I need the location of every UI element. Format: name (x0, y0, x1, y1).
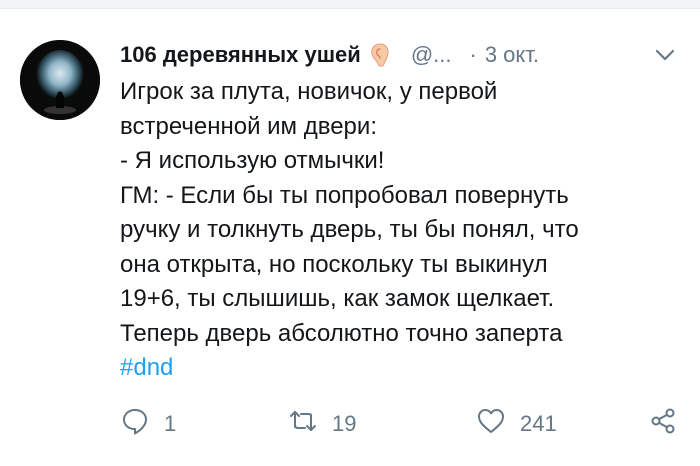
like-button[interactable]: 241 (476, 406, 557, 442)
reply-count: 1 (164, 411, 177, 436)
tweet-text-line: ручку и толкнуть дверь, ты бы понял, что (120, 216, 579, 243)
retweet-count: 19 (332, 411, 357, 436)
share-icon (648, 406, 678, 442)
separator-dot: · (469, 42, 477, 67)
tweet-text: Игрок за плута, новичок, у первой встреч… (120, 75, 680, 386)
tweet-text-line: Игрок за плута, новичок, у первой (120, 78, 498, 105)
tweet-text-line: она открыта, но поскольку ты выкинул (120, 250, 548, 278)
tweet-text-line: 19+6, ты слышишь, как замок щелкает. (120, 285, 555, 312)
reply-icon (120, 406, 150, 442)
heart-icon (476, 406, 506, 442)
display-name[interactable]: 106 деревянных ушей (120, 42, 361, 68)
tweet-text-line: ГМ: - Если бы ты попробовал повернуть (120, 181, 569, 209)
tweet-text-line: Теперь дверь абсолютно точно заперта (120, 319, 563, 347)
hashtag-link[interactable]: #dnd (120, 354, 173, 381)
ear-icon (369, 42, 391, 68)
retweet-button[interactable]: 19 (288, 406, 356, 442)
tweet-timestamp[interactable]: 3 окт. (485, 42, 539, 68)
tweet-actions: 1 19 241 (120, 402, 680, 446)
user-handle[interactable]: @... (411, 42, 452, 68)
chevron-down-icon[interactable] (654, 44, 676, 66)
like-count: 241 (520, 411, 557, 436)
tweet-header: 106 деревянных ушей @... · 3 окт. (120, 38, 680, 72)
tweet-text-line: - Я использую отмычки! (120, 147, 385, 174)
retweet-icon (288, 406, 318, 442)
tweet-text-line: встреченной им двери: (120, 112, 377, 140)
share-button[interactable] (648, 406, 678, 442)
avatar[interactable] (20, 40, 100, 120)
top-divider (0, 0, 700, 9)
reply-button[interactable]: 1 (120, 406, 176, 442)
